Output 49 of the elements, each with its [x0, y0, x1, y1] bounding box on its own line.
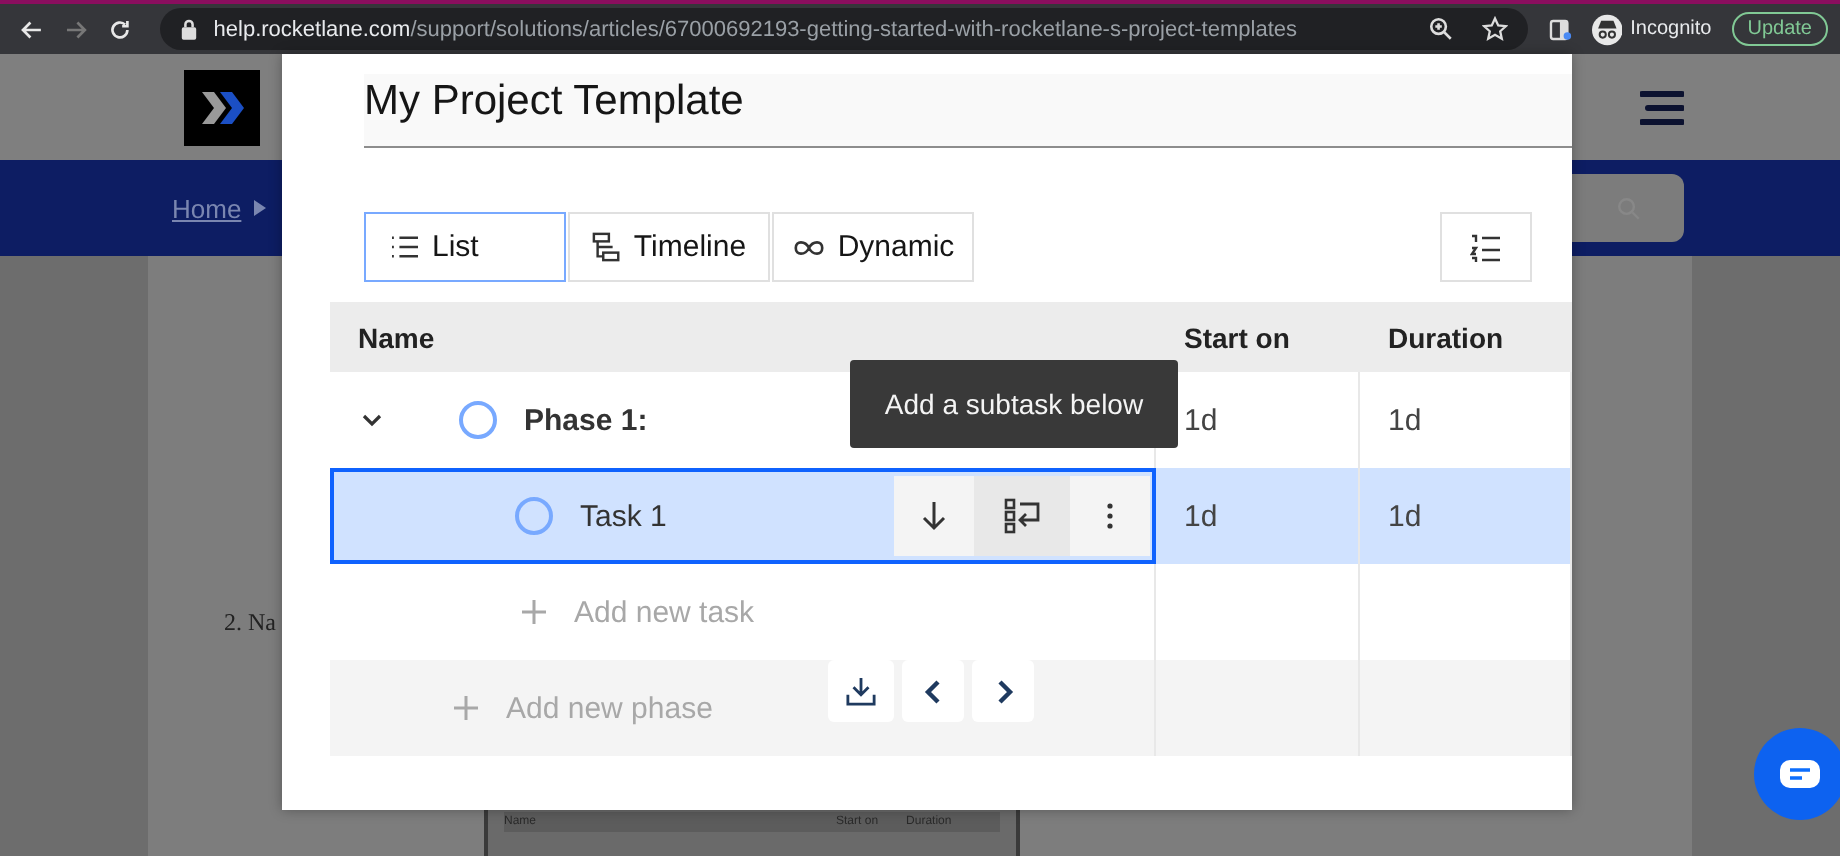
view-tab[interactable]: Timeline: [568, 212, 770, 282]
list-icon: [390, 234, 420, 260]
chevron-left-icon: [923, 679, 943, 703]
title-field[interactable]: My Project Template: [364, 74, 1572, 148]
download-icon: [846, 676, 876, 706]
search-field[interactable]: [1572, 174, 1684, 242]
numbered-list-icon: [1470, 231, 1502, 263]
logo-icon[interactable]: [184, 69, 260, 145]
row-name: Task 1: [580, 499, 667, 533]
update-button[interactable]: Update: [1731, 12, 1828, 46]
profile-label: Incognito: [1630, 18, 1712, 40]
outline-button[interactable]: [1440, 212, 1532, 282]
tooltip: Add a subtask below: [850, 360, 1178, 448]
duration-cell: 1d: [1388, 499, 1422, 533]
zoom-icon[interactable]: [1427, 16, 1454, 42]
kebab-icon: [1106, 502, 1114, 530]
column-header: Name: [358, 321, 435, 353]
plus-icon: [522, 600, 546, 624]
start-cell: 1d: [1184, 403, 1218, 437]
row-name: Phase 1:: [524, 403, 648, 437]
column-header: Start on: [1184, 321, 1290, 353]
timeline-icon: [591, 232, 622, 262]
chat-icon: [1780, 760, 1820, 788]
download-button[interactable]: [828, 660, 894, 722]
infinity-icon: [791, 237, 826, 257]
reload-icon[interactable]: [107, 15, 132, 43]
view-tab[interactable]: List: [364, 212, 566, 282]
duration-cell: 1d: [1388, 403, 1422, 437]
chevron-right-icon: [993, 679, 1013, 703]
extension-icon[interactable]: [1547, 15, 1572, 43]
star-icon[interactable]: [1481, 16, 1508, 42]
breadcrumb-link[interactable]: Home: [172, 193, 242, 223]
view-tab[interactable]: Dynamic: [772, 212, 974, 282]
step-text: 2. Na: [224, 608, 276, 638]
url-text: help.rocketlane.com/support/solutions/articles/67000692193-getting-started-with-rocketlane-s-project-templates: [213, 17, 1298, 41]
previous-button[interactable]: [902, 660, 964, 722]
lock-icon: [179, 18, 198, 40]
add-subtask-button[interactable]: [974, 476, 1070, 556]
plus-icon: [454, 696, 478, 720]
address-bar[interactable]: help.rocketlane.com/support/solutions/articles/67000692193-getting-started-with-rocketlane-s-project-templates: [159, 8, 1528, 50]
arrow-down-icon: [922, 500, 946, 532]
start-cell: 1d: [1184, 499, 1218, 533]
table-row[interactable]: Task 1 1d 1d: [330, 468, 1572, 564]
menu-icon[interactable]: [1640, 89, 1684, 125]
subtask-icon: [1004, 498, 1040, 534]
column-header: Duration: [1388, 321, 1504, 353]
caret-icon: [253, 200, 266, 216]
next-button[interactable]: [972, 660, 1034, 722]
incognito-icon: [1591, 11, 1623, 47]
